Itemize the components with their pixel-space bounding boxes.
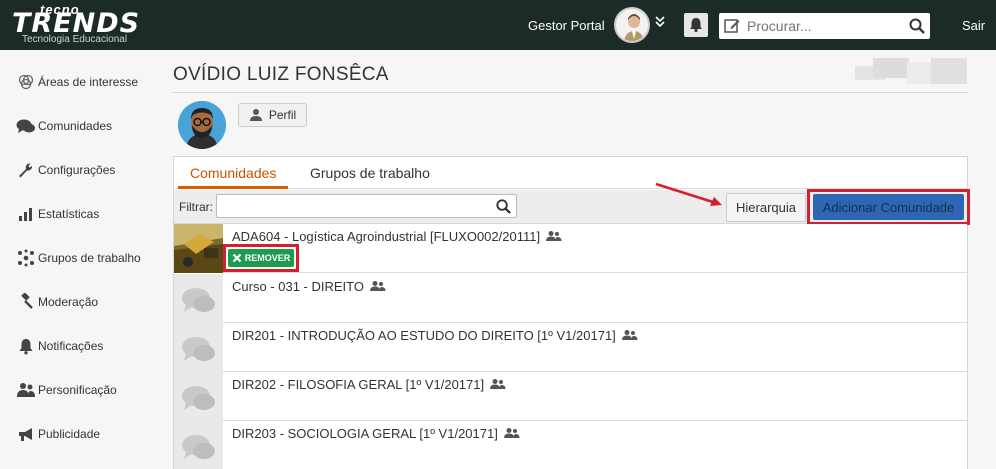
bell-icon — [690, 18, 702, 33]
close-icon — [232, 253, 242, 263]
gavel-icon — [21, 293, 33, 309]
chat-bubbles-icon — [182, 386, 215, 410]
profile-avatar-image — [178, 101, 226, 149]
bar-chart-icon — [19, 208, 32, 221]
global-search[interactable] — [719, 13, 930, 39]
tab-label: Comunidades — [190, 165, 277, 181]
megaphone-icon — [19, 428, 32, 441]
edit-icon — [724, 19, 740, 33]
profile-button-label: Perfil — [268, 108, 297, 122]
community-thumbnail-chat — [174, 323, 223, 372]
workgroups-icon — [18, 249, 34, 267]
sidebar-item-label: Notificações — [38, 339, 104, 353]
tab-grupos-de-trabalho[interactable]: Grupos de trabalho — [298, 165, 442, 189]
sidebar-item-label: Publicidade — [38, 427, 101, 441]
search-icon[interactable] — [908, 17, 926, 35]
sidebar-item-notificacoes[interactable]: Notificações — [16, 335, 103, 357]
tab-comunidades[interactable]: Comunidades — [178, 165, 289, 189]
sidebar-item-configuracoes[interactable]: Configurações — [16, 159, 115, 181]
logo-subtitle: Tecnologia Educacional — [22, 34, 128, 45]
sidebar-item-label: Estatísticas — [38, 207, 100, 221]
sidebar-item-areas-de-interesse[interactable]: Áreas de interesse — [16, 71, 138, 93]
hierarchy-button[interactable]: Hierarquia — [726, 193, 806, 222]
user-avatar[interactable] — [614, 7, 650, 43]
bell-icon — [19, 339, 33, 355]
members-icon[interactable] — [369, 280, 386, 292]
wrench-icon — [19, 163, 33, 178]
chevron-down-icon[interactable] — [655, 16, 665, 31]
search-icon[interactable] — [495, 198, 512, 215]
logout-link[interactable]: Sair — [962, 18, 985, 33]
page-title: OVÍDIO LUIZ FONSÊCA — [173, 64, 389, 85]
tab-label: Grupos de trabalho — [310, 165, 430, 181]
sidebar-item-label: Comunidades — [38, 119, 113, 133]
hierarchy-button-label: Hierarquia — [736, 200, 796, 215]
community-name-text: ADA604 - Logística Agroindustrial [FLUXO… — [232, 229, 541, 244]
sidebar-item-estatisticas[interactable]: Estatísticas — [16, 203, 99, 225]
community-name-text: DIR203 - SOCIOLOGIA GERAL [1º V1/20171] — [232, 426, 498, 441]
members-icon[interactable] — [546, 230, 562, 242]
community-thumbnail-photo — [174, 224, 223, 273]
filter-input[interactable] — [216, 194, 517, 218]
community-name[interactable]: DIR201 - INTRODUÇÃO AO ESTUDO DO DIREITO… — [232, 328, 638, 343]
community-row[interactable]: DIR203 - SOCIOLOGIA GERAL [1º V1/20171] — [174, 421, 967, 469]
sidebar-item-label: Personificação — [38, 383, 117, 397]
chat-bubbles-icon — [182, 337, 215, 361]
top-bar: tecno TRENDS Tecnologia Educacional Gest… — [0, 0, 996, 50]
community-name[interactable]: DIR202 - FILOSOFIA GERAL [1º V1/20171] — [232, 377, 506, 392]
communities-panel: Comunidades Grupos de trabalho Filtrar: … — [173, 156, 970, 469]
filter-label: Filtrar: — [179, 200, 213, 214]
profile-button[interactable]: Perfil — [238, 103, 307, 127]
members-icon[interactable] — [490, 378, 506, 390]
sidebar-item-label: Moderação — [38, 295, 99, 309]
add-community-button[interactable]: Adicionar Comunidade — [813, 194, 964, 220]
community-row[interactable]: DIR202 - FILOSOFIA GERAL [1º V1/20171] — [174, 372, 967, 421]
user-avatar-image — [623, 14, 645, 41]
notifications-button[interactable] — [684, 13, 708, 37]
add-community-highlight: Adicionar Comunidade — [807, 189, 970, 225]
global-search-input[interactable] — [747, 16, 897, 36]
community-thumbnail-chat — [174, 274, 223, 323]
community-thumbnail-chat — [174, 372, 223, 421]
community-name[interactable]: ADA604 - Logística Agroindustrial [FLUXO… — [232, 229, 562, 244]
sidebar-item-label: Áreas de interesse — [38, 75, 139, 89]
community-name[interactable]: Curso - 031 - DIREITO — [232, 279, 386, 294]
community-name[interactable]: DIR203 - SOCIOLOGIA GERAL [1º V1/20171] — [232, 426, 520, 441]
title-divider — [173, 92, 968, 93]
user-name[interactable]: Gestor Portal — [528, 18, 605, 33]
sidebar-item-grupos-de-trabalho[interactable]: Grupos de trabalho — [16, 247, 141, 269]
interest-areas-icon — [18, 74, 34, 90]
tecnotrends-logo[interactable]: tecno TRENDS Tecnologia Educacional — [10, 2, 160, 46]
filter-bar: Filtrar: Hierarquia Adicionar Comunidade — [174, 189, 970, 225]
user-icon — [249, 109, 262, 121]
sidebar-item-comunidades[interactable]: Comunidades — [16, 115, 112, 137]
members-icon[interactable] — [621, 329, 638, 341]
profile-avatar — [178, 101, 226, 149]
communities-icon — [16, 119, 35, 133]
community-thumbnail-chat — [174, 421, 223, 469]
sidebar-item-personificacao[interactable]: Personificação — [16, 379, 117, 401]
users-icon — [17, 383, 35, 397]
add-community-button-label: Adicionar Comunidade — [822, 199, 955, 215]
chat-bubbles-icon — [182, 435, 215, 459]
sidebar-item-moderacao[interactable]: Moderação — [16, 291, 98, 313]
redacted-block — [855, 58, 967, 88]
community-name-text: DIR201 - INTRODUÇÃO AO ESTUDO DO DIREITO… — [232, 328, 616, 343]
sidebar-item-label: Grupos de trabalho — [38, 251, 141, 265]
community-row[interactable]: Curso - 031 - DIREITO — [174, 274, 967, 323]
sidebar-item-label: Configurações — [38, 163, 116, 177]
members-icon[interactable] — [503, 427, 520, 439]
community-name-text: DIR202 - FILOSOFIA GERAL [1º V1/20171] — [232, 377, 485, 392]
community-row[interactable]: DIR201 - INTRODUÇÃO AO ESTUDO DO DIREITO… — [174, 323, 967, 372]
remove-button-label: REMOVER — [244, 253, 291, 263]
chat-bubbles-icon — [182, 288, 215, 312]
tab-bar: Comunidades Grupos de trabalho — [174, 157, 967, 189]
remove-button[interactable]: REMOVER — [228, 249, 294, 267]
sidebar: Áreas de interesse Comunidades Configura… — [0, 50, 158, 469]
remove-highlight: REMOVER — [223, 244, 299, 272]
sidebar-item-publicidade[interactable]: Publicidade — [16, 423, 100, 445]
community-name-text: Curso - 031 - DIREITO — [232, 279, 364, 294]
community-row[interactable]: ADA604 - Logística Agroindustrial [FLUXO… — [174, 224, 967, 273]
